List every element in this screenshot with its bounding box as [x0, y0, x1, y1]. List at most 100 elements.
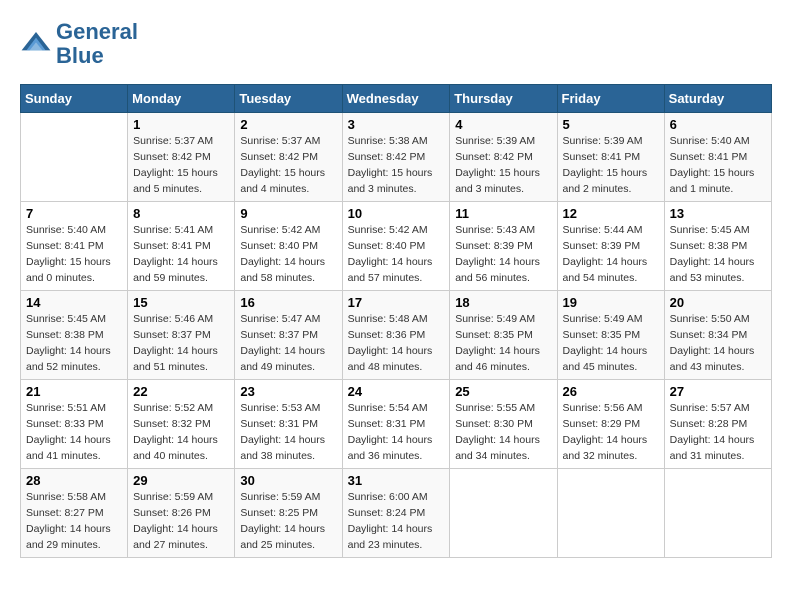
- day-number: 23: [240, 384, 336, 399]
- calendar-cell: 9 Sunrise: 5:42 AM Sunset: 8:40 PM Daylig…: [235, 202, 342, 291]
- calendar-cell: 22 Sunrise: 5:52 AM Sunset: 8:32 PM Dayli…: [128, 380, 235, 469]
- day-number: 5: [563, 117, 659, 132]
- calendar-body: 1Sunrise: 5:37 AM Sunset: 8:42 PM Daylig…: [21, 113, 772, 558]
- day-info: Sunrise: 5:38 AM Sunset: 8:42 PM Dayligh…: [348, 134, 445, 197]
- calendar-cell: 30 Sunrise: 5:59 AM Sunset: 8:25 PM Dayli…: [235, 469, 342, 558]
- day-info: Sunrise: 5:45 AM Sunset: 8:38 PM Dayligh…: [26, 312, 122, 375]
- day-number: 29: [133, 473, 229, 488]
- calendar-week-row: 28 Sunrise: 5:58 AM Sunset: 8:27 PM Dayli…: [21, 469, 772, 558]
- day-info: Sunrise: 6:00 AM Sunset: 8:24 PM Dayligh…: [348, 490, 445, 553]
- day-number: 28: [26, 473, 122, 488]
- day-info: Sunrise: 5:49 AM Sunset: 8:35 PM Dayligh…: [455, 312, 551, 375]
- calendar-cell: 4Sunrise: 5:39 AM Sunset: 8:42 PM Daylig…: [450, 113, 557, 202]
- day-number: 14: [26, 295, 122, 310]
- calendar-cell: 15 Sunrise: 5:46 AM Sunset: 8:37 PM Dayli…: [128, 291, 235, 380]
- day-info: Sunrise: 5:42 AM Sunset: 8:40 PM Dayligh…: [240, 223, 336, 286]
- calendar-cell: [21, 113, 128, 202]
- day-info: Sunrise: 5:59 AM Sunset: 8:26 PM Dayligh…: [133, 490, 229, 553]
- day-info: Sunrise: 5:51 AM Sunset: 8:33 PM Dayligh…: [26, 401, 122, 464]
- logo-text: GeneralBlue: [56, 20, 138, 68]
- calendar-cell: 18 Sunrise: 5:49 AM Sunset: 8:35 PM Dayli…: [450, 291, 557, 380]
- day-info: Sunrise: 5:41 AM Sunset: 8:41 PM Dayligh…: [133, 223, 229, 286]
- day-info: Sunrise: 5:42 AM Sunset: 8:40 PM Dayligh…: [348, 223, 445, 286]
- day-info: Sunrise: 5:57 AM Sunset: 8:28 PM Dayligh…: [670, 401, 766, 464]
- calendar-cell: 6 Sunrise: 5:40 AM Sunset: 8:41 PM Daylig…: [664, 113, 771, 202]
- day-info: Sunrise: 5:58 AM Sunset: 8:27 PM Dayligh…: [26, 490, 122, 553]
- day-number: 2: [240, 117, 336, 132]
- calendar-cell: 5 Sunrise: 5:39 AM Sunset: 8:41 PM Daylig…: [557, 113, 664, 202]
- day-info: Sunrise: 5:52 AM Sunset: 8:32 PM Dayligh…: [133, 401, 229, 464]
- calendar-cell: 10 Sunrise: 5:42 AM Sunset: 8:40 PM Dayli…: [342, 202, 450, 291]
- day-number: 31: [348, 473, 445, 488]
- day-info: Sunrise: 5:39 AM Sunset: 8:41 PM Dayligh…: [563, 134, 659, 197]
- calendar-cell: 2Sunrise: 5:37 AM Sunset: 8:42 PM Daylig…: [235, 113, 342, 202]
- calendar-cell: 1Sunrise: 5:37 AM Sunset: 8:42 PM Daylig…: [128, 113, 235, 202]
- day-info: Sunrise: 5:54 AM Sunset: 8:31 PM Dayligh…: [348, 401, 445, 464]
- weekday-header-cell: Friday: [557, 85, 664, 113]
- day-info: Sunrise: 5:50 AM Sunset: 8:34 PM Dayligh…: [670, 312, 766, 375]
- day-info: Sunrise: 5:59 AM Sunset: 8:25 PM Dayligh…: [240, 490, 336, 553]
- logo: GeneralBlue: [20, 20, 138, 68]
- page-header: GeneralBlue: [20, 20, 772, 68]
- day-info: Sunrise: 5:49 AM Sunset: 8:35 PM Dayligh…: [563, 312, 659, 375]
- calendar-cell: 31 Sunrise: 6:00 AM Sunset: 8:24 PM Dayli…: [342, 469, 450, 558]
- day-number: 6: [670, 117, 766, 132]
- day-info: Sunrise: 5:43 AM Sunset: 8:39 PM Dayligh…: [455, 223, 551, 286]
- weekday-header-cell: Thursday: [450, 85, 557, 113]
- day-number: 3: [348, 117, 445, 132]
- calendar-cell: [557, 469, 664, 558]
- calendar-cell: 14 Sunrise: 5:45 AM Sunset: 8:38 PM Dayli…: [21, 291, 128, 380]
- day-number: 9: [240, 206, 336, 221]
- calendar-cell: 3 Sunrise: 5:38 AM Sunset: 8:42 PM Daylig…: [342, 113, 450, 202]
- weekday-header-row: SundayMondayTuesdayWednesdayThursdayFrid…: [21, 85, 772, 113]
- calendar-week-row: 1Sunrise: 5:37 AM Sunset: 8:42 PM Daylig…: [21, 113, 772, 202]
- calendar-cell: 13Sunrise: 5:45 AM Sunset: 8:38 PM Dayli…: [664, 202, 771, 291]
- day-number: 20: [670, 295, 766, 310]
- day-info: Sunrise: 5:40 AM Sunset: 8:41 PM Dayligh…: [670, 134, 766, 197]
- day-number: 10: [348, 206, 445, 221]
- day-number: 30: [240, 473, 336, 488]
- calendar-cell: 24 Sunrise: 5:54 AM Sunset: 8:31 PM Dayli…: [342, 380, 450, 469]
- day-info: Sunrise: 5:37 AM Sunset: 8:42 PM Dayligh…: [133, 134, 229, 197]
- day-number: 15: [133, 295, 229, 310]
- calendar-cell: [664, 469, 771, 558]
- weekday-header-cell: Tuesday: [235, 85, 342, 113]
- logo-icon: [20, 28, 52, 60]
- calendar-cell: 28 Sunrise: 5:58 AM Sunset: 8:27 PM Dayli…: [21, 469, 128, 558]
- day-info: Sunrise: 5:45 AM Sunset: 8:38 PM Dayligh…: [670, 223, 766, 286]
- calendar-cell: 27 Sunrise: 5:57 AM Sunset: 8:28 PM Dayli…: [664, 380, 771, 469]
- day-info: Sunrise: 5:44 AM Sunset: 8:39 PM Dayligh…: [563, 223, 659, 286]
- day-info: Sunrise: 5:53 AM Sunset: 8:31 PM Dayligh…: [240, 401, 336, 464]
- weekday-header-cell: Monday: [128, 85, 235, 113]
- calendar-table: SundayMondayTuesdayWednesdayThursdayFrid…: [20, 84, 772, 558]
- day-number: 18: [455, 295, 551, 310]
- day-info: Sunrise: 5:47 AM Sunset: 8:37 PM Dayligh…: [240, 312, 336, 375]
- day-number: 21: [26, 384, 122, 399]
- calendar-cell: 26Sunrise: 5:56 AM Sunset: 8:29 PM Dayli…: [557, 380, 664, 469]
- calendar-week-row: 14 Sunrise: 5:45 AM Sunset: 8:38 PM Dayli…: [21, 291, 772, 380]
- calendar-cell: 7 Sunrise: 5:40 AM Sunset: 8:41 PM Daylig…: [21, 202, 128, 291]
- weekday-header-cell: Sunday: [21, 85, 128, 113]
- calendar-cell: 11Sunrise: 5:43 AM Sunset: 8:39 PM Dayli…: [450, 202, 557, 291]
- calendar-cell: 19 Sunrise: 5:49 AM Sunset: 8:35 PM Dayli…: [557, 291, 664, 380]
- day-number: 24: [348, 384, 445, 399]
- day-number: 16: [240, 295, 336, 310]
- day-info: Sunrise: 5:46 AM Sunset: 8:37 PM Dayligh…: [133, 312, 229, 375]
- day-info: Sunrise: 5:48 AM Sunset: 8:36 PM Dayligh…: [348, 312, 445, 375]
- calendar-week-row: 21 Sunrise: 5:51 AM Sunset: 8:33 PM Dayli…: [21, 380, 772, 469]
- day-info: Sunrise: 5:40 AM Sunset: 8:41 PM Dayligh…: [26, 223, 122, 286]
- day-number: 7: [26, 206, 122, 221]
- day-number: 22: [133, 384, 229, 399]
- calendar-cell: 20 Sunrise: 5:50 AM Sunset: 8:34 PM Dayli…: [664, 291, 771, 380]
- day-number: 4: [455, 117, 551, 132]
- day-number: 25: [455, 384, 551, 399]
- calendar-cell: 8 Sunrise: 5:41 AM Sunset: 8:41 PM Daylig…: [128, 202, 235, 291]
- day-number: 8: [133, 206, 229, 221]
- day-number: 27: [670, 384, 766, 399]
- calendar-cell: 29 Sunrise: 5:59 AM Sunset: 8:26 PM Dayli…: [128, 469, 235, 558]
- day-number: 26: [563, 384, 659, 399]
- day-number: 12: [563, 206, 659, 221]
- calendar-cell: [450, 469, 557, 558]
- calendar-cell: 17Sunrise: 5:48 AM Sunset: 8:36 PM Dayli…: [342, 291, 450, 380]
- day-number: 19: [563, 295, 659, 310]
